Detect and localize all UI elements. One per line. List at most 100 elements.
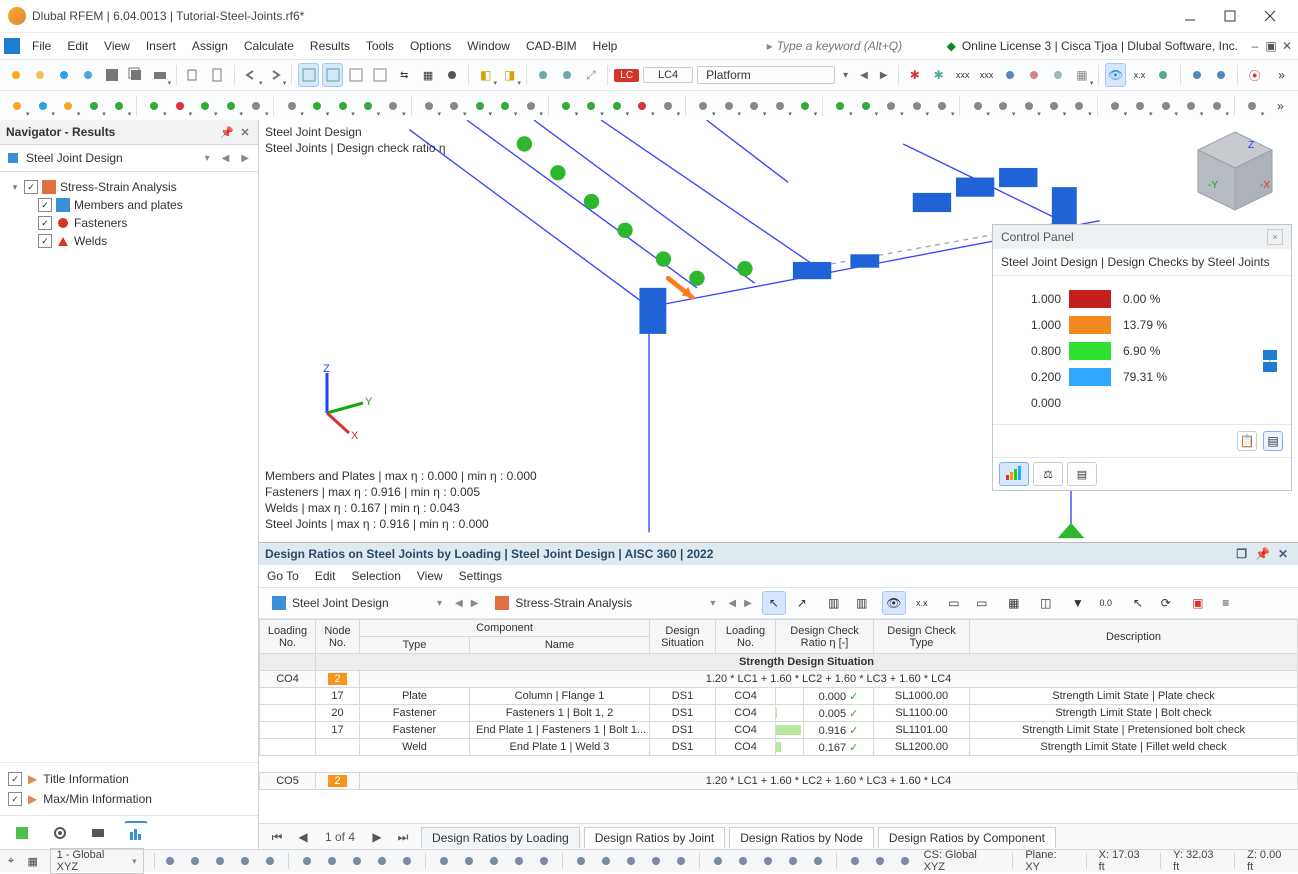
results-filter-button[interactable]: ▼ [1066,591,1090,615]
animate-button[interactable]: ⦿ [1244,63,1265,87]
tool2-2[interactable]: ▾ [57,94,79,118]
navigator-prev-button[interactable]: ◀ [219,153,233,164]
load-case-selector[interactable]: LC LC4 Platform ▾ ◀ ▶ [614,66,891,84]
spreadsheet-button[interactable]: ▦ [418,63,439,87]
tool2-38[interactable]: ▾ [1043,94,1065,118]
open-file-button[interactable] [30,63,51,87]
status-tool-16[interactable] [595,851,617,871]
save-button[interactable] [102,63,123,87]
tool2-29[interactable]: ▾ [794,94,816,118]
sheet-first-button[interactable]: ⏮ [265,825,289,849]
menu-options[interactable]: Options [402,35,459,57]
result-row[interactable]: 20 Fastener Fasteners 1 | Bolt 1, 2 DS1 … [260,705,1298,722]
tool2-21[interactable]: ▾ [580,94,602,118]
tool2-0[interactable]: ▾ [6,94,28,118]
tool2-6[interactable]: ▾ [169,94,191,118]
keyword-input[interactable] [775,38,939,54]
results-table-button[interactable]: ▦ [1002,591,1026,615]
col-node-no[interactable]: Node No. [316,620,360,654]
deformation-button[interactable]: ◨▾ [499,63,520,87]
grid-snap-button[interactable]: ▦ [22,851,44,871]
status-tool-5[interactable] [296,851,318,871]
loads-toggle[interactable]: ✱ [928,63,949,87]
menu-help[interactable]: Help [585,35,626,57]
isometric-view-button[interactable] [533,63,554,87]
tool2-17[interactable]: ▾ [469,94,491,118]
menu-cad-bim[interactable]: CAD-BIM [518,35,585,57]
tool2-28[interactable]: ▾ [768,94,790,118]
status-tool-25[interactable] [844,851,866,871]
navigator-next-button[interactable]: ▶ [238,153,252,164]
tree-item-welds[interactable]: ✓ Welds [4,232,254,250]
results-vector-toggle[interactable] [1153,63,1174,87]
tool2-13[interactable]: ▾ [357,94,379,118]
tree-checkbox[interactable]: ✓ [38,234,52,248]
menu-view[interactable]: View [96,35,138,57]
save-all-button[interactable] [125,63,146,87]
tree-root-row[interactable]: ▾ ✓ Stress-Strain Analysis [4,178,254,196]
status-tool-6[interactable] [321,851,343,871]
sheet-prev-button[interactable]: ◀ [291,825,315,849]
col-loading-no[interactable]: Loading No. [260,620,316,654]
tool2-30[interactable]: ▾ [829,94,851,118]
tool2-1[interactable]: ▾ [31,94,53,118]
results-menu-go to[interactable]: Go To [267,569,299,583]
tool2-16[interactable]: ▾ [443,94,465,118]
tree-checkbox[interactable]: ✓ [38,198,52,212]
load-case-next-button[interactable]: ▶ [876,70,892,81]
control-panel-pin-button[interactable]: × [1267,229,1283,245]
option-title-information[interactable]: ✓ ▶ Title Information [8,769,250,789]
results-menu-view[interactable]: View [417,569,443,583]
status-tool-18[interactable] [645,851,667,871]
tool2-44[interactable]: ▾ [1205,94,1227,118]
results-analysis-prev[interactable]: ◀ [726,598,738,609]
combo-co5[interactable]: CO521.20 * LC1 + 1.60 * LC2 + 1.60 * LC3… [260,773,1298,790]
col-type[interactable]: Type [360,637,470,654]
tool2-19[interactable]: ▾ [519,94,541,118]
status-tool-0[interactable] [159,851,181,871]
tool2-42[interactable]: ▾ [1155,94,1177,118]
col-loading-no-2[interactable]: Loading No. [716,620,776,654]
menu-calculate[interactable]: Calculate [236,35,302,57]
tree-item-fasteners[interactable]: ✓ Fasteners [4,214,254,232]
menu-results[interactable]: Results [302,35,358,57]
results-filter-1-button[interactable]: ▥ [822,591,846,615]
results-analysis-next[interactable]: ▶ [742,598,754,609]
menu-insert[interactable]: Insert [138,35,184,57]
legend-range-slider[interactable] [1263,348,1277,374]
status-tool-12[interactable] [483,851,505,871]
menu-edit[interactable]: Edit [59,35,96,57]
results-values-toggle[interactable]: x.x [1129,63,1150,87]
status-tool-17[interactable] [620,851,642,871]
sheet-tab-1[interactable]: Design Ratios by Joint [584,827,725,848]
results-list-button[interactable]: ≡ [1214,591,1238,615]
status-tool-11[interactable] [458,851,480,871]
tool2-43[interactable]: ▾ [1180,94,1202,118]
status-tool-9[interactable] [396,851,418,871]
overflow-button-2[interactable]: » [1269,94,1291,118]
cp-tab-factors[interactable]: ⚖ [1033,462,1063,486]
sections-toggle[interactable] [1000,63,1021,87]
status-tool-4[interactable] [259,851,281,871]
redo-button[interactable]: ▾ [264,63,285,87]
close-button[interactable] [1250,2,1290,30]
navigator-close-button[interactable]: ✕ [238,125,252,139]
col-name[interactable]: Name [470,637,650,654]
tool2-14[interactable]: ▾ [382,94,404,118]
keyword-search[interactable]: ▸ [765,38,939,54]
menu-assign[interactable]: Assign [184,35,236,57]
tool2-25[interactable]: ▾ [692,94,714,118]
maximize-button[interactable] [1210,2,1250,30]
status-tool-1[interactable] [184,851,206,871]
overflow-button[interactable]: » [1271,63,1292,87]
status-tool-23[interactable] [782,851,804,871]
clip-toggle[interactable] [1187,63,1208,87]
slider-top-thumb[interactable] [1263,350,1277,360]
tool2-3[interactable]: ▾ [82,94,104,118]
col-component[interactable]: Component [360,620,650,637]
transparency-toggle[interactable] [1048,63,1069,87]
tree-item-members and plates[interactable]: ✓ Members and plates [4,196,254,214]
col-ratio[interactable]: Design Check Ratio η [-] [776,620,874,654]
snap-button[interactable]: ⌖ [0,851,22,871]
zoom-extents-button[interactable]: ⤢ [581,63,602,87]
